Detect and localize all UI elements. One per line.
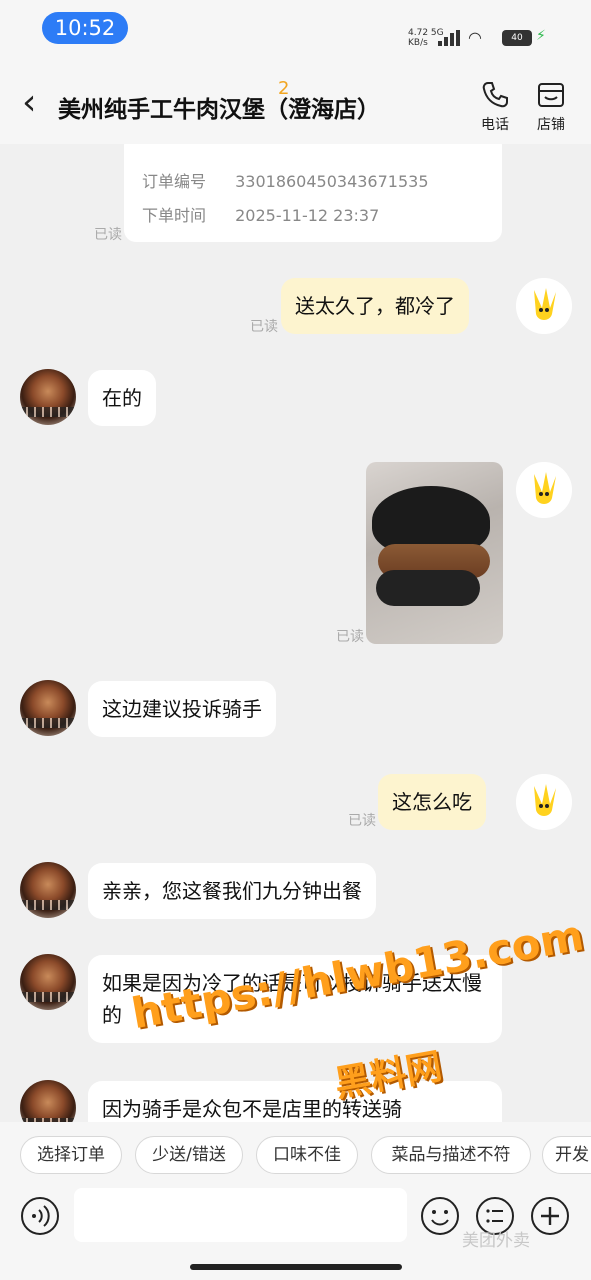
read-receipt: 已读: [348, 813, 376, 829]
shop-avatar[interactable]: [20, 1080, 76, 1122]
read-receipt: 已读: [250, 319, 278, 335]
quick-reply-chip[interactable]: 少送/错送: [135, 1136, 243, 1174]
message-bubble[interactable]: 亲亲，您这餐我们九分钟出餐: [88, 863, 376, 919]
order-time-row: 下单时间 2025-11-12 23:37: [142, 204, 484, 238]
phone-icon: [482, 82, 508, 108]
signal-icon: [438, 30, 462, 46]
message-input[interactable]: [74, 1188, 407, 1242]
message-bubble[interactable]: 在的: [88, 370, 156, 426]
order-number-label: 订单编号: [142, 172, 207, 191]
shop-avatar[interactable]: [20, 954, 76, 1010]
store-icon: [538, 83, 564, 107]
battery-icon: 40: [502, 30, 532, 46]
back-icon[interactable]: ‹: [22, 85, 50, 121]
phone-label: 电话: [481, 117, 509, 133]
message-bubble[interactable]: 这怎么吃: [378, 774, 486, 830]
message-bubble[interactable]: 这边建议投诉骑手: [88, 681, 276, 737]
mascot-icon: [516, 462, 572, 518]
order-time-value: 2025-11-12 23:37: [235, 206, 380, 225]
message-bubble[interactable]: 送太久了，都冷了: [281, 278, 469, 334]
quick-reply-chip[interactable]: 菜品与描述不符: [371, 1136, 531, 1174]
mascot-icon: [516, 774, 572, 830]
store-button[interactable]: 店铺: [526, 80, 576, 140]
home-indicator[interactable]: [190, 1264, 402, 1270]
charging-icon: ⚡: [536, 28, 546, 44]
phone-button[interactable]: 电话: [470, 80, 520, 140]
shop-title: 美州纯手工牛肉汉堡（澄海店）: [58, 97, 380, 123]
user-avatar[interactable]: [516, 462, 572, 518]
mascot-icon: [516, 278, 572, 334]
order-card[interactable]: 订单编号 3301860450343671535 下单时间 2025-11-12…: [124, 144, 502, 242]
quick-reply-chip[interactable]: 开发: [542, 1136, 591, 1174]
shop-avatar[interactable]: [20, 680, 76, 736]
unread-badge: 2: [278, 78, 290, 99]
status-bar: 10:52 4.72 5G KB/s ◠ 40 ⚡: [0, 0, 591, 60]
message-image[interactable]: [366, 462, 503, 644]
order-time-label: 下单时间: [142, 206, 207, 225]
quick-reply-chip[interactable]: 选择订单: [20, 1136, 122, 1174]
read-receipt: 已读: [336, 629, 364, 645]
shop-avatar[interactable]: [20, 369, 76, 425]
shop-avatar[interactable]: [20, 862, 76, 918]
brand-watermark: 美团外卖: [462, 1231, 530, 1251]
order-number-value: 3301860450343671535: [235, 172, 429, 191]
quick-reply-chip[interactable]: 口味不佳: [256, 1136, 358, 1174]
wifi-icon: ◠: [468, 28, 482, 47]
order-number-row: 订单编号 3301860450343671535: [142, 170, 484, 204]
user-avatar[interactable]: [516, 278, 572, 334]
status-time: 10:52: [42, 12, 128, 44]
store-label: 店铺: [537, 117, 565, 133]
emoji-icon[interactable]: [420, 1196, 460, 1236]
user-avatar[interactable]: [516, 774, 572, 830]
plus-icon[interactable]: [530, 1196, 570, 1236]
chat-header: ‹ 美州纯手工牛肉汉堡（澄海店） 2 电话 店铺: [0, 60, 591, 144]
input-bar: 美团外卖: [0, 1188, 591, 1280]
voice-icon[interactable]: [20, 1196, 60, 1236]
read-receipt: 已读: [94, 227, 122, 243]
quick-reply-bar[interactable]: 选择订单 少送/错送 口味不佳 菜品与描述不符 开发: [0, 1122, 591, 1188]
